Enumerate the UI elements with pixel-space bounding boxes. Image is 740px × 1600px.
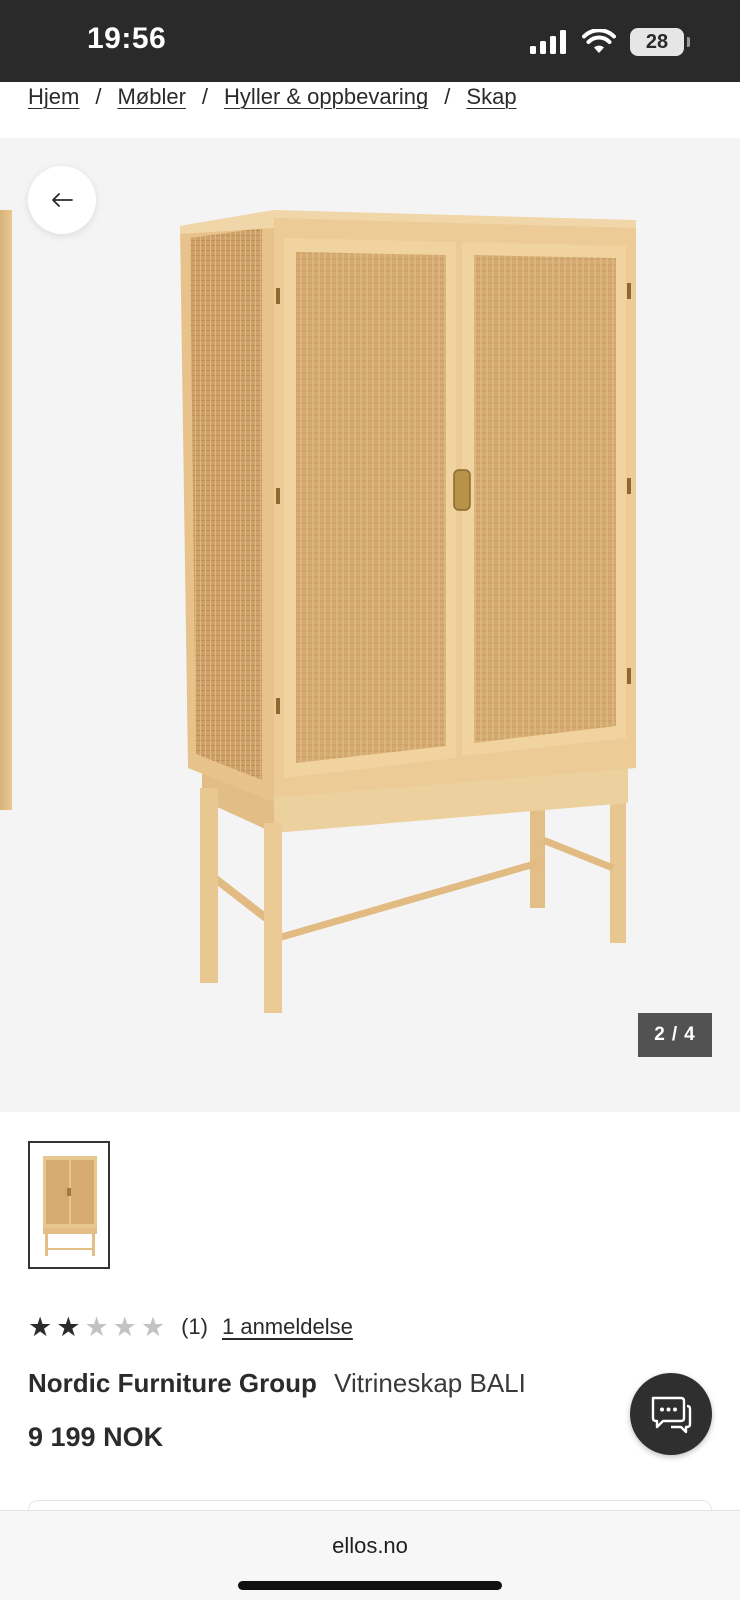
status-time: 19:56 (87, 22, 167, 55)
rating-row: ★ ★ ★ ★ ★ (1) 1 anmeldelse (28, 1310, 353, 1344)
slide-counter: 2 / 4 (638, 1013, 712, 1057)
star-filled-icon: ★ (28, 1311, 53, 1342)
breadcrumb-mobler[interactable]: Møbler (117, 84, 185, 110)
arrow-left-icon (52, 193, 73, 207)
status-icons: 28 (530, 28, 690, 56)
breadcrumb-separator: / (444, 84, 451, 109)
product-image-cabinet (180, 210, 636, 1013)
product-title: Nordic Furniture Group Vitrineskap BALI (28, 1368, 526, 1399)
thumbnail-selected[interactable] (28, 1141, 110, 1269)
product-name: Vitrineskap BALI (334, 1368, 526, 1398)
previous-image-edge (0, 210, 12, 810)
status-bar: 19:56 28 (0, 0, 740, 82)
home-indicator[interactable] (238, 1581, 502, 1590)
slide-separator: / (671, 1024, 679, 1045)
breadcrumb-hyller[interactable]: Hyller & oppbevaring (224, 84, 428, 110)
slide-current: 2 (654, 1024, 666, 1045)
browser-url[interactable]: ellos.no (0, 1533, 740, 1559)
breadcrumb-separator: / (201, 84, 209, 109)
battery-level: 28 (645, 30, 669, 53)
star-empty-icon: ★ (84, 1311, 109, 1342)
product-gallery[interactable]: 2 / 4 (0, 138, 740, 1112)
gallery-back-button[interactable] (28, 166, 96, 234)
star-empty-icon: ★ (140, 1311, 166, 1342)
rating-stars: ★ ★ ★ ★ ★ (28, 1311, 166, 1342)
wifi-icon (582, 29, 616, 53)
chat-button[interactable] (630, 1373, 712, 1455)
battery-icon: 28 (630, 28, 690, 56)
review-count: (1) (181, 1314, 208, 1339)
breadcrumb-skap[interactable]: Skap (466, 84, 516, 110)
browser-url-bar[interactable]: ellos.no (0, 1510, 740, 1600)
reviews-link[interactable]: 1 anmeldelse (222, 1314, 353, 1340)
star-filled-icon: ★ (56, 1311, 81, 1342)
breadcrumb: Hjem / Møbler / Hyller & oppbevaring / S… (28, 80, 517, 114)
slide-total: 4 (684, 1024, 696, 1045)
signal-icon (530, 30, 566, 54)
product-price: 9 199 NOK (28, 1422, 164, 1452)
breadcrumb-separator: / (95, 84, 102, 109)
product-brand[interactable]: Nordic Furniture Group (28, 1368, 317, 1398)
thumbnail-cabinet-image (43, 1156, 97, 1256)
chat-icon (651, 1396, 692, 1434)
breadcrumb-home[interactable]: Hjem (28, 84, 79, 110)
star-empty-icon: ★ (112, 1311, 137, 1342)
